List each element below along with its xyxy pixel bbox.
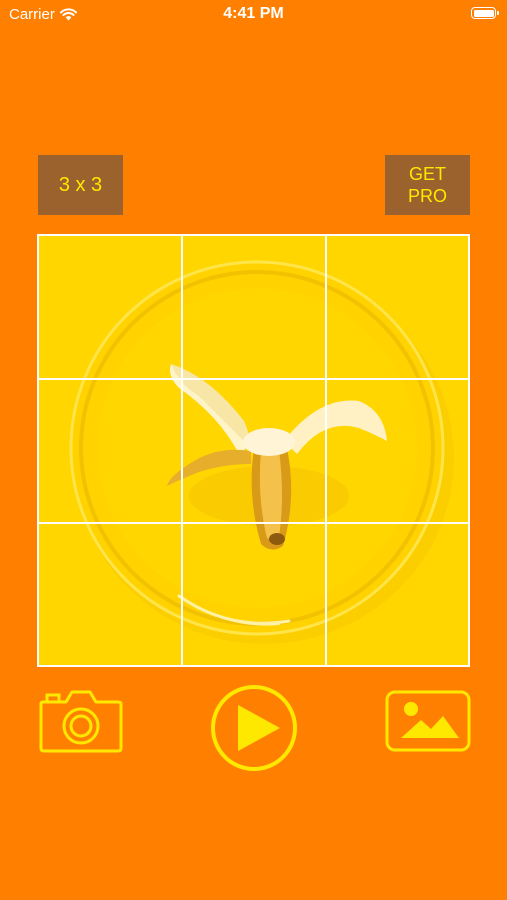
get-pro-button[interactable]: GET PRO bbox=[385, 155, 470, 215]
grid-line-horizontal-1 bbox=[39, 378, 468, 380]
battery-icon bbox=[471, 7, 499, 19]
photo-preview[interactable] bbox=[37, 234, 470, 667]
status-bar: Carrier 4:41 PM bbox=[0, 0, 507, 28]
grid-size-button[interactable]: 3 x 3 bbox=[38, 155, 123, 215]
grid-line-vertical-1 bbox=[181, 236, 183, 665]
gallery-button[interactable] bbox=[385, 690, 471, 752]
camera-button[interactable] bbox=[38, 688, 124, 754]
grid-line-vertical-2 bbox=[325, 236, 327, 665]
play-icon bbox=[211, 685, 297, 771]
gallery-icon bbox=[385, 690, 471, 752]
play-button[interactable] bbox=[209, 683, 299, 773]
status-time: 4:41 PM bbox=[223, 5, 284, 22]
camera-icon bbox=[39, 690, 123, 753]
banana-on-yellow-plate-image bbox=[39, 236, 468, 665]
grid-line-horizontal-2 bbox=[39, 522, 468, 524]
battery-level bbox=[473, 9, 494, 17]
